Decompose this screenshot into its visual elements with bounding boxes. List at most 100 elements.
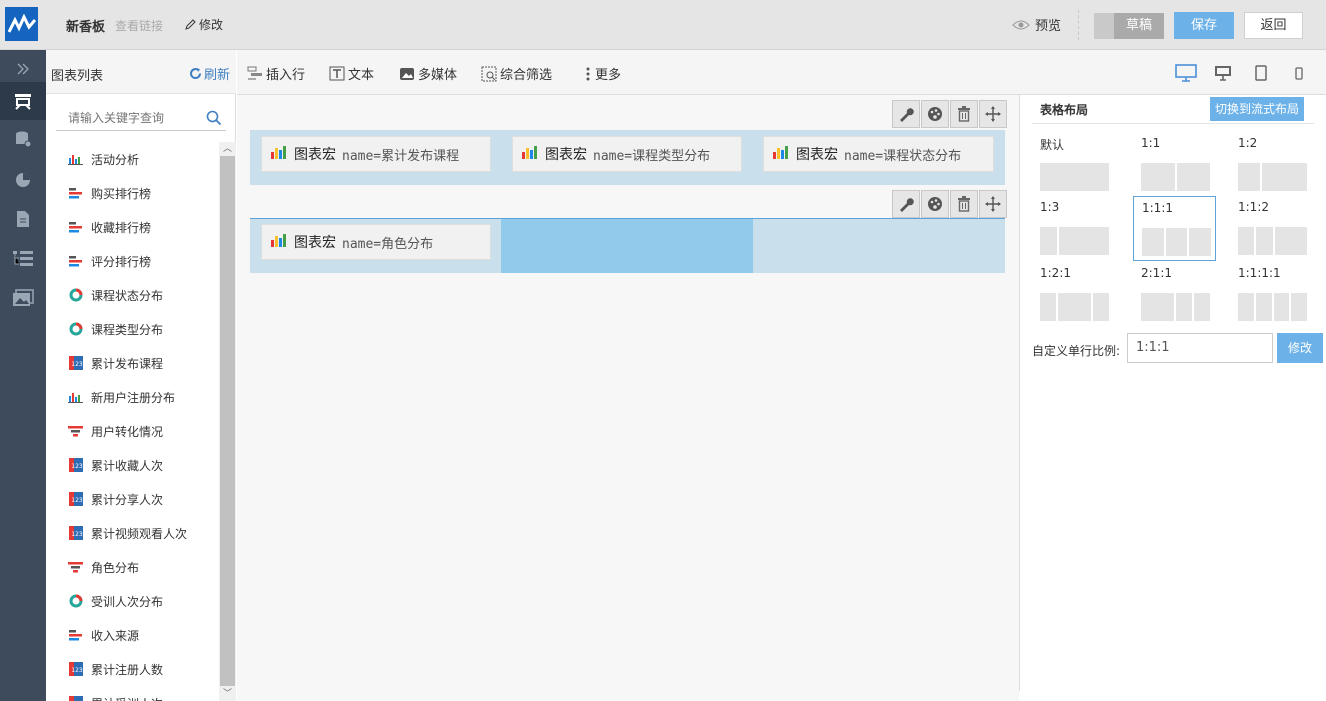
chart-list-item[interactable]: 新用户注册分布 xyxy=(46,380,219,414)
phone-view-icon[interactable] xyxy=(1287,62,1311,84)
bar-chart-icon xyxy=(270,144,288,164)
layout-preview-cell xyxy=(1262,163,1307,191)
tablet-view-icon[interactable] xyxy=(1249,62,1273,84)
desktop-view-icon[interactable] xyxy=(1174,62,1198,84)
pencil-icon xyxy=(185,19,196,30)
chart-list: 活动分析购买排行榜 收藏排行榜 评分排行榜 课程状态分布课程类型分布 123 累计发布课程… xyxy=(46,142,219,701)
monitor-view-icon[interactable] xyxy=(1211,62,1235,84)
layout-preview-cell xyxy=(1238,293,1254,321)
save-button[interactable]: 保存 xyxy=(1174,12,1234,39)
filter-button[interactable]: 综合筛选 xyxy=(481,64,552,83)
horizontal-bar-icon xyxy=(68,255,83,268)
text-button[interactable]: 文本 xyxy=(329,64,374,83)
move-icon[interactable] xyxy=(979,190,1007,218)
donut-chart-icon xyxy=(68,322,83,336)
drop-target-cell[interactable] xyxy=(501,219,753,273)
layout-panel-title: 表格布局 xyxy=(1040,103,1089,117)
chart-list-item[interactable]: 课程类型分布 xyxy=(46,312,219,346)
palette-icon[interactable] xyxy=(921,100,949,128)
chart-list-item[interactable]: 123 累计分享人次 xyxy=(46,482,219,516)
draft-toggle[interactable]: 草稿 xyxy=(1094,13,1164,39)
scroll-up-icon[interactable]: ︿ xyxy=(219,142,236,156)
dashboard-icon[interactable] xyxy=(0,82,46,120)
chart-list-item[interactable]: 收入来源 xyxy=(46,618,219,652)
chart-macro-cell[interactable]: 图表宏 name=角色分布 xyxy=(261,224,491,260)
trash-icon[interactable] xyxy=(950,100,978,128)
kpi-number-icon: 123 xyxy=(68,458,83,472)
layout-option[interactable]: 1:1:1 xyxy=(1133,196,1216,261)
wrench-icon[interactable] xyxy=(892,100,920,128)
macro-label: 图表宏 xyxy=(796,147,838,163)
chart-list-header: 图表列表 刷新 xyxy=(46,50,236,94)
chart-list-item[interactable]: 受训人次分布 xyxy=(46,584,219,618)
view-link[interactable]: 查看链接 xyxy=(115,17,163,34)
move-icon[interactable] xyxy=(979,100,1007,128)
chart-macro-cell[interactable]: 图表宏 name=课程类型分布 xyxy=(512,136,742,172)
layout-option[interactable]: 2:1:1 xyxy=(1133,262,1216,327)
chart-list-item[interactable]: 123 累计受训人次 xyxy=(46,686,219,701)
chart-list-item[interactable]: 用户转化情况 xyxy=(46,414,219,448)
tree-list-icon[interactable] xyxy=(0,239,46,277)
media-button[interactable]: 多媒体 xyxy=(399,64,457,83)
chart-list-item[interactable]: 活动分析 xyxy=(46,142,219,176)
layout-panel: 表格布局 切换到流式布局 默认 1:1 1:2 1:3 1:1:1 1:1:2 1:2:1 2… xyxy=(1019,95,1326,691)
layout-option-label: 1:1 xyxy=(1141,136,1161,150)
chart-list-item[interactable]: 课程状态分布 xyxy=(46,278,219,312)
app-logo[interactable] xyxy=(5,7,38,41)
chart-list-item-label: 课程类型分布 xyxy=(91,322,164,337)
macro-name: name=课程类型分布 xyxy=(593,148,711,164)
chart-list-item[interactable]: 123 累计注册人数 xyxy=(46,652,219,686)
trash-icon[interactable] xyxy=(950,190,978,218)
more-icon xyxy=(586,67,590,80)
pie-chart-icon[interactable] xyxy=(0,160,46,198)
layout-option[interactable]: 1:1:1:1 xyxy=(1230,262,1313,327)
layout-option[interactable]: 1:2 xyxy=(1230,132,1313,197)
chart-macro-cell[interactable]: 图表宏 name=课程状态分布 xyxy=(763,136,994,172)
chart-list-item-label: 收入来源 xyxy=(91,628,140,643)
wrench-icon[interactable] xyxy=(892,190,920,218)
more-button[interactable]: 更多 xyxy=(584,64,621,83)
chart-list-item[interactable]: 角色分布 xyxy=(46,550,219,584)
chart-list-item[interactable]: 购买排行榜 xyxy=(46,176,219,210)
edit-title-link[interactable]: 修改 xyxy=(184,16,223,33)
apply-ratio-button[interactable]: 修改 xyxy=(1277,333,1323,363)
search-icon[interactable] xyxy=(206,110,222,126)
layout-option[interactable]: 1:1 xyxy=(1133,132,1216,197)
chart-list-item[interactable]: 123 累计视频观看人次 xyxy=(46,516,219,550)
filter-label: 综合筛选 xyxy=(500,68,553,83)
kpi-number-icon: 123 xyxy=(68,696,83,701)
bar-chart-icon xyxy=(521,144,539,164)
insert-row-button[interactable]: 插入行 xyxy=(247,64,305,83)
chart-macro-cell[interactable]: 图表宏 name=累计发布课程 xyxy=(261,136,491,172)
chart-list-item-label: 活动分析 xyxy=(91,152,140,167)
database-icon[interactable] xyxy=(0,120,46,158)
search-input[interactable] xyxy=(56,106,196,130)
image-icon[interactable] xyxy=(0,279,46,317)
chart-list-item[interactable]: 123 累计收藏人次 xyxy=(46,448,219,482)
layout-row-2[interactable]: 图表宏 name=角色分布 xyxy=(250,218,1005,273)
switch-flow-layout-button[interactable]: 切换到流式布局 xyxy=(1210,97,1304,121)
editor-canvas[interactable]: 图表宏 name=累计发布课程 图表宏 name=课程类型分布 图表宏 name… xyxy=(237,95,1019,701)
layout-row-1[interactable]: 图表宏 name=累计发布课程 图表宏 name=课程类型分布 图表宏 name… xyxy=(250,130,1005,185)
layout-option[interactable]: 1:3 xyxy=(1032,196,1115,261)
left-nav xyxy=(0,50,46,701)
palette-icon[interactable] xyxy=(921,190,949,218)
dashboard-editor: 新香板 查看链接 修改 预览 草稿 保存 返回 图表列表 刷新 请输入关键字查询… xyxy=(0,0,1326,701)
filter-icon xyxy=(481,66,497,81)
layout-option[interactable]: 默认 xyxy=(1032,132,1115,197)
scroll-down-icon[interactable]: ﹀ xyxy=(219,687,236,701)
chart-list-item[interactable]: 评分排行榜 xyxy=(46,244,219,278)
layout-option[interactable]: 1:1:2 xyxy=(1230,196,1313,261)
chart-list-item[interactable]: 收藏排行榜 xyxy=(46,210,219,244)
preview-button[interactable]: 预览 xyxy=(1012,15,1061,34)
custom-ratio-input[interactable]: 1:1:1 xyxy=(1127,333,1273,363)
chart-list-item[interactable]: 123 累计发布课程 xyxy=(46,346,219,380)
eye-icon xyxy=(1012,20,1030,29)
document-icon[interactable] xyxy=(0,200,46,238)
chart-list-scrollbar[interactable]: ︿ ﹀ xyxy=(219,142,236,701)
layout-option-label: 1:1:1:1 xyxy=(1238,266,1281,280)
layout-option[interactable]: 1:2:1 xyxy=(1032,262,1115,327)
refresh-button[interactable]: 刷新 xyxy=(189,64,230,83)
back-button[interactable]: 返回 xyxy=(1244,12,1303,39)
scrollbar-thumb[interactable] xyxy=(220,156,235,686)
